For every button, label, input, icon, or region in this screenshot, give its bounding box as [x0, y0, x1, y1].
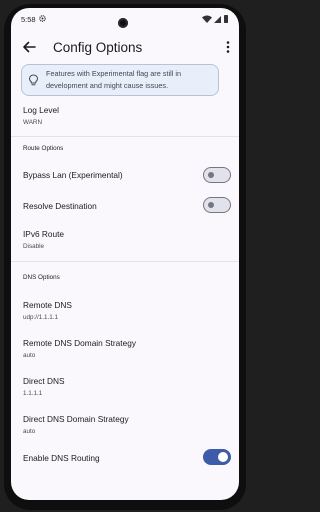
wifi-battery-icons	[202, 15, 228, 23]
app-screen: 5:58 Config Options Features with Experi…	[11, 8, 239, 500]
front-camera	[118, 18, 128, 28]
ipv6-route-value: Disable	[23, 243, 44, 250]
bypass-lan-switch[interactable]	[203, 167, 231, 183]
bypass-lan-item[interactable]: Bypass Lan (Experimental)	[23, 170, 223, 180]
ipv6-route-item[interactable]: IPv6 Route Disable	[23, 229, 223, 250]
log-level-value: WARN	[23, 119, 43, 126]
notice-text: Features with Experimental flag are stil…	[46, 69, 182, 90]
switch-knob	[218, 451, 228, 462]
remote-dns-strategy-value: auto	[23, 352, 36, 359]
divider	[11, 136, 239, 137]
remote-dns-title: Remote DNS	[23, 300, 72, 310]
direct-dns-item[interactable]: Direct DNS 1.1.1.1	[23, 376, 223, 397]
switch-knob	[208, 201, 214, 208]
resolve-destination-item[interactable]: Resolve Destination	[23, 201, 223, 211]
ipv6-route-title: IPv6 Route	[23, 229, 65, 239]
more-vert-icon[interactable]	[223, 39, 233, 55]
enable-dns-routing-item[interactable]: Enable DNS Routing	[23, 453, 223, 463]
remote-dns-strategy-item[interactable]: Remote DNS Domain Strategy auto	[23, 338, 223, 359]
direct-dns-strategy-value: auto	[23, 428, 36, 435]
direct-dns-strategy-item[interactable]: Direct DNS Domain Strategy auto	[23, 414, 223, 435]
remote-dns-value: udp://1.1.1.1	[23, 314, 59, 321]
settings-gear-icon	[39, 15, 46, 22]
log-level-title: Log Level	[23, 105, 59, 115]
dns-options-header: DNS Options	[23, 274, 60, 281]
route-options-header: Route Options	[23, 145, 64, 152]
status-time: 5:58	[21, 15, 36, 24]
direct-dns-title: Direct DNS	[23, 376, 65, 386]
top-app-bar: Config Options	[11, 30, 239, 68]
experimental-notice-card: Features with Experimental flag are stil…	[21, 64, 219, 96]
lightbulb-icon	[28, 74, 39, 86]
enable-dns-routing-title: Enable DNS Routing	[23, 453, 100, 463]
log-level-item[interactable]: Log Level WARN	[23, 105, 223, 126]
divider	[11, 261, 239, 262]
direct-dns-strategy-title: Direct DNS Domain Strategy	[23, 414, 129, 424]
enable-dns-routing-switch[interactable]	[203, 449, 231, 465]
direct-dns-value: 1.1.1.1	[23, 390, 43, 397]
resolve-destination-title: Resolve Destination	[23, 201, 97, 211]
remote-dns-item[interactable]: Remote DNS udp://1.1.1.1	[23, 300, 223, 321]
remote-dns-strategy-title: Remote DNS Domain Strategy	[23, 338, 136, 348]
switch-knob	[208, 171, 214, 178]
back-arrow-icon[interactable]	[21, 39, 37, 55]
page-title: Config Options	[53, 40, 143, 55]
resolve-destination-switch[interactable]	[203, 197, 231, 213]
bypass-lan-title: Bypass Lan (Experimental)	[23, 170, 123, 180]
